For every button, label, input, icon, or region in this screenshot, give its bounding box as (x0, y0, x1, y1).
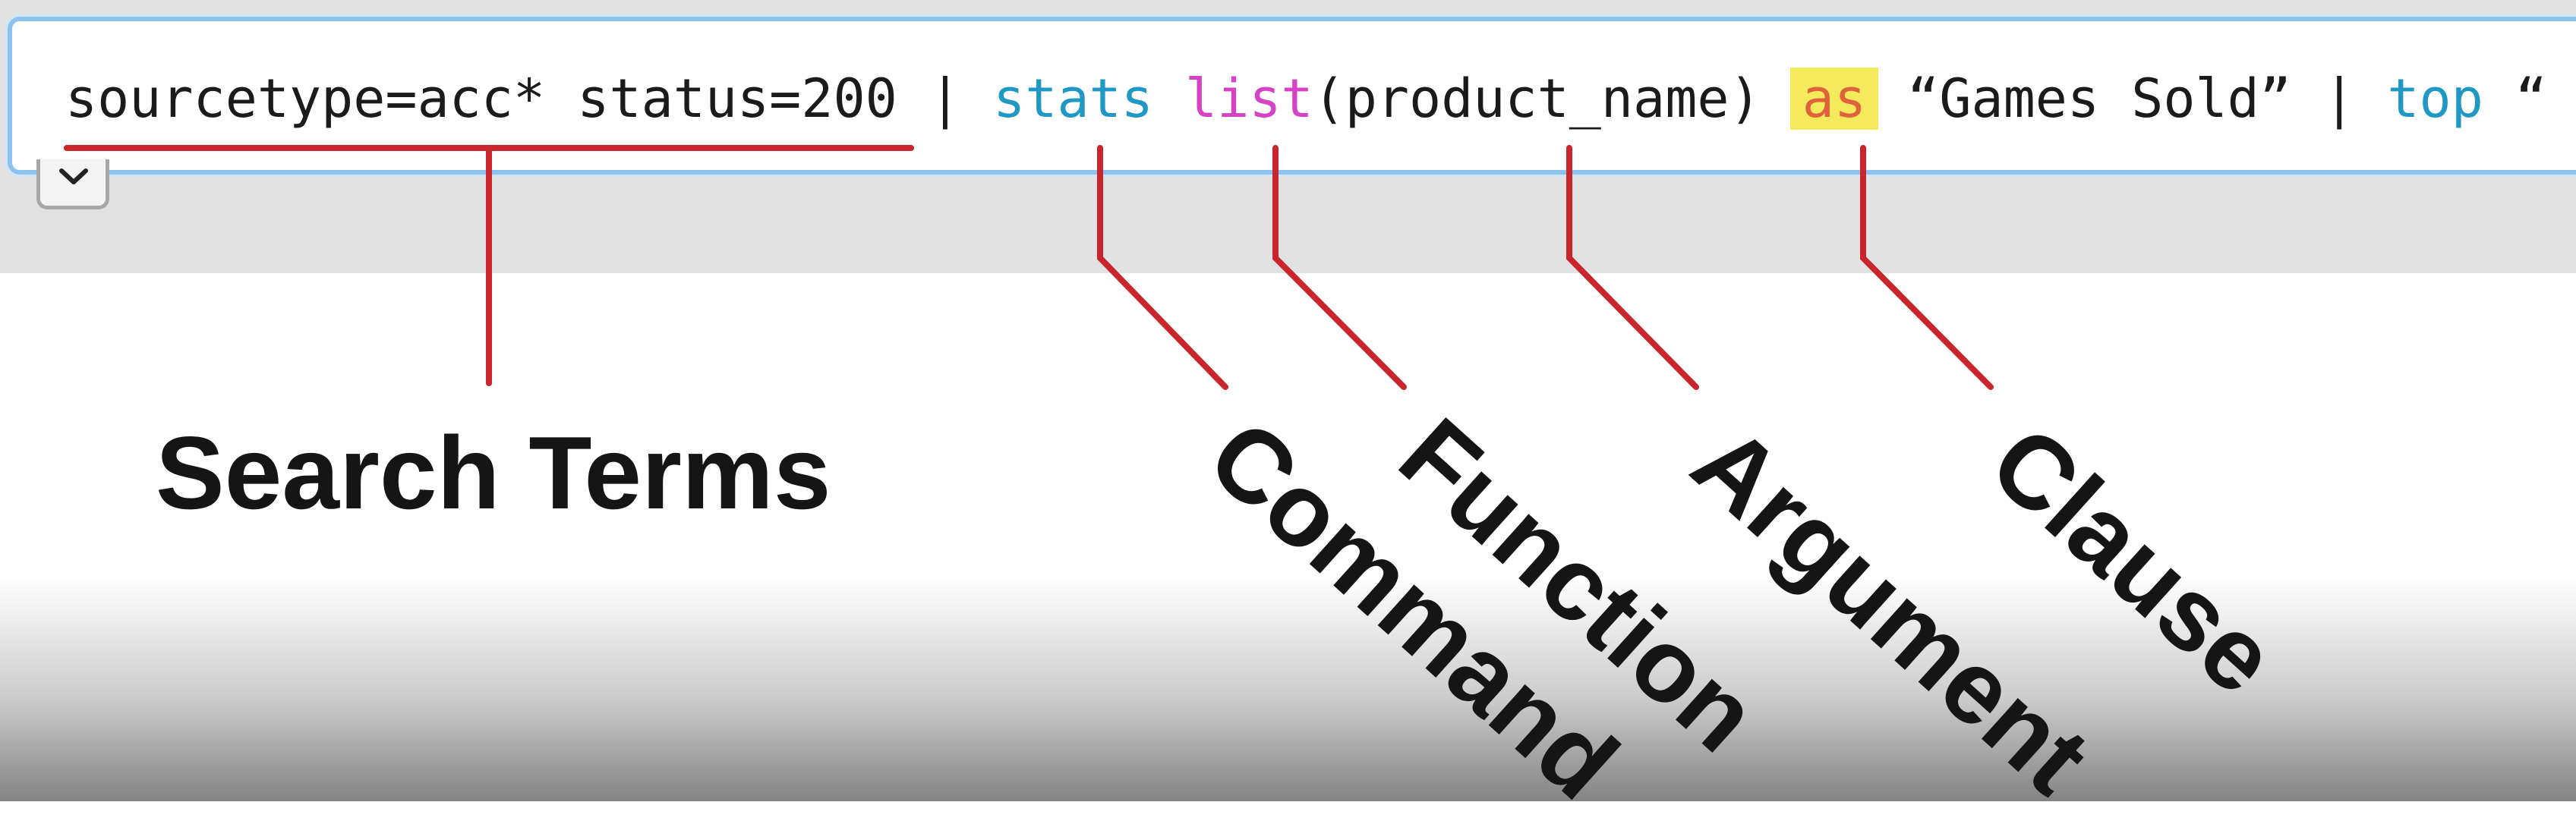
clause-callout (1860, 145, 1994, 390)
search-terms-label: Search Terms (156, 415, 831, 530)
function-callout (1272, 145, 1407, 390)
argument-callout (1566, 145, 1699, 390)
command-callout (1097, 145, 1228, 390)
